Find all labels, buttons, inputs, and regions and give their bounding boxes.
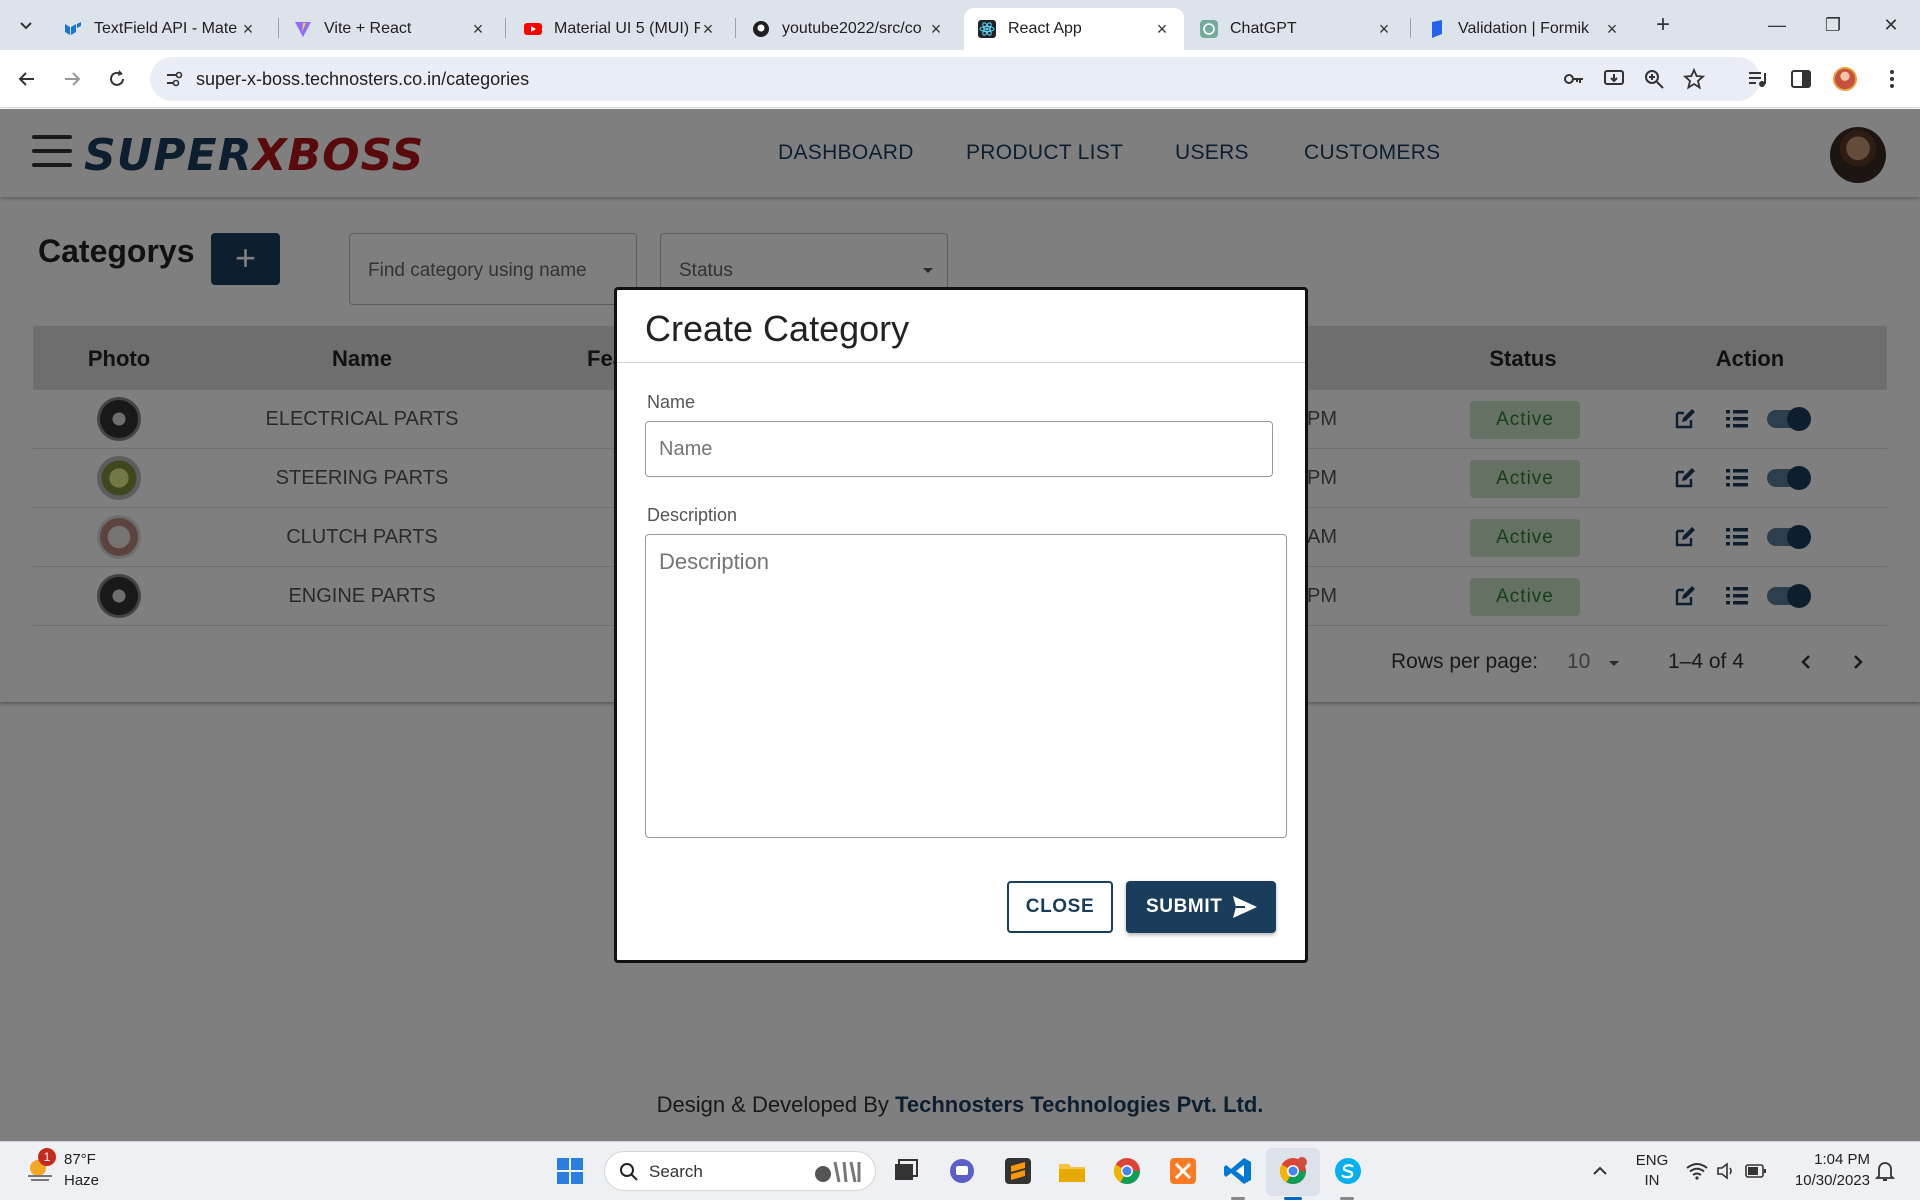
arrow-left-icon — [18, 72, 34, 86]
volume-icon[interactable] — [1716, 1161, 1736, 1181]
close-tab-icon[interactable]: × — [928, 20, 944, 38]
bookmark-star-icon[interactable] — [1682, 67, 1706, 91]
taskbar-search-label: Search — [649, 1162, 703, 1181]
weather-condition: Haze — [64, 1172, 100, 1189]
tab-search-button[interactable] — [14, 13, 38, 37]
zoom-icon[interactable] — [1642, 67, 1666, 91]
tab-formik-validation[interactable]: Validation | Formik × — [1414, 8, 1634, 50]
tab-material-ui-video[interactable]: Material UI 5 (MUI) F × — [510, 8, 730, 50]
media-control-icon[interactable] — [1745, 67, 1769, 91]
tab-separator — [1410, 18, 1411, 38]
browser-menu-icon[interactable] — [1880, 67, 1904, 91]
send-icon — [1233, 896, 1257, 918]
vscode-icon[interactable] — [1223, 1156, 1253, 1186]
language-indicator[interactable]: ENG — [1632, 1152, 1672, 1169]
tab-react-app[interactable]: React App × — [964, 8, 1184, 50]
search-icon — [620, 1163, 638, 1181]
arrow-right-icon — [65, 72, 81, 86]
task-view-icon[interactable] — [891, 1156, 921, 1186]
vite-icon — [295, 22, 311, 37]
tab-separator — [735, 18, 736, 38]
browser-toolbar: super-x-boss.technosters.co.in/categorie… — [0, 50, 1920, 108]
tab-title: React App — [1008, 20, 1082, 37]
chevron-up-icon[interactable] — [1592, 1164, 1608, 1178]
create-category-dialog: Create Category Name Description CLOSE S… — [614, 287, 1308, 963]
tab-separator — [505, 18, 506, 38]
close-button[interactable]: CLOSE — [1007, 881, 1113, 933]
youtube-icon — [524, 23, 542, 35]
reload-icon — [110, 70, 124, 86]
tab-title: Vite + React — [324, 20, 412, 37]
browser-tab-bar: TextField API - Mate × Vite + React × Ma… — [0, 0, 1920, 50]
install-app-icon[interactable] — [1602, 67, 1626, 91]
description-textarea[interactable] — [645, 534, 1287, 838]
notification-bell-icon[interactable] — [1875, 1160, 1895, 1182]
windows-start-icon[interactable] — [555, 1156, 585, 1186]
tab-title: ChatGPT — [1230, 20, 1297, 37]
dialog-divider — [617, 362, 1305, 363]
tab-title: Validation | Formik — [1458, 20, 1590, 37]
react-icon — [978, 20, 996, 38]
xampp-icon[interactable] — [1168, 1156, 1198, 1186]
region-indicator[interactable]: IN — [1632, 1172, 1672, 1189]
close-tab-icon[interactable]: × — [470, 20, 486, 38]
weather-temperature: 87°F — [64, 1151, 96, 1168]
submit-button[interactable]: SUBMIT — [1126, 881, 1276, 933]
tab-title: Material UI 5 (MUI) F — [554, 20, 700, 37]
close-tab-icon[interactable]: × — [1154, 20, 1170, 38]
submit-label: SUBMIT — [1146, 896, 1223, 917]
forward-button[interactable] — [57, 64, 87, 94]
sublime-text-icon[interactable] — [1003, 1156, 1033, 1186]
clock-date[interactable]: 10/30/2023 — [1780, 1172, 1870, 1189]
tab-title: TextField API - Mate — [94, 20, 238, 37]
tab-vite-react[interactable]: Vite + React × — [280, 8, 500, 50]
taskbar-search[interactable]: Search — [604, 1151, 876, 1191]
tab-title: youtube2022/src/co — [782, 20, 922, 37]
skype-icon[interactable] — [1333, 1156, 1363, 1186]
weather-badge: 1 — [38, 1148, 56, 1166]
chevron-down-icon — [20, 22, 32, 30]
url-text: super-x-boss.technosters.co.in/categorie… — [196, 69, 530, 89]
site-info-icon[interactable] — [162, 67, 186, 91]
side-panel-icon[interactable] — [1789, 67, 1813, 91]
close-tab-icon[interactable]: × — [1376, 20, 1392, 38]
back-button[interactable] — [12, 64, 42, 94]
dialog-title: Create Category — [645, 308, 910, 349]
mui-icon — [65, 22, 81, 35]
tab-github-youtube2022[interactable]: youtube2022/src/co × — [738, 8, 958, 50]
tab-textfield-api[interactable]: TextField API - Mate × — [50, 8, 270, 50]
close-tab-icon[interactable]: × — [700, 20, 716, 38]
github-icon — [753, 21, 769, 37]
chatgpt-icon — [1200, 20, 1218, 38]
windows-taskbar: 1 87°F Haze Search ENG IN 1:04 PM 10/30/… — [0, 1141, 1920, 1200]
clock-time[interactable]: 1:04 PM — [1780, 1151, 1870, 1168]
description-label: Description — [647, 505, 738, 525]
reload-button[interactable] — [102, 64, 132, 94]
address-bar[interactable]: super-x-boss.technosters.co.in/categorie… — [150, 57, 1760, 101]
new-tab-button[interactable]: + — [1650, 13, 1676, 39]
chrome-profile-icon[interactable] — [1278, 1156, 1308, 1186]
tab-chatgpt[interactable]: ChatGPT × — [1186, 8, 1406, 50]
name-input[interactable] — [645, 421, 1273, 477]
name-label: Name — [647, 392, 696, 412]
file-explorer-icon[interactable] — [1057, 1156, 1087, 1186]
teams-chat-icon[interactable] — [947, 1156, 977, 1186]
formik-icon — [1432, 20, 1442, 38]
close-tab-icon[interactable]: × — [1604, 20, 1620, 38]
tab-separator — [278, 18, 279, 38]
restore-button[interactable]: ❐ — [1818, 10, 1848, 40]
close-tab-icon[interactable]: × — [240, 20, 256, 38]
battery-icon[interactable] — [1745, 1163, 1767, 1179]
chrome-icon[interactable] — [1112, 1156, 1142, 1186]
profile-avatar[interactable] — [1833, 67, 1857, 91]
password-key-icon[interactable] — [1562, 67, 1586, 91]
search-highlight-icon — [815, 1161, 861, 1183]
wifi-icon[interactable] — [1686, 1162, 1708, 1180]
close-window-button[interactable]: ✕ — [1876, 10, 1906, 40]
minimize-button[interactable]: — — [1762, 10, 1792, 40]
